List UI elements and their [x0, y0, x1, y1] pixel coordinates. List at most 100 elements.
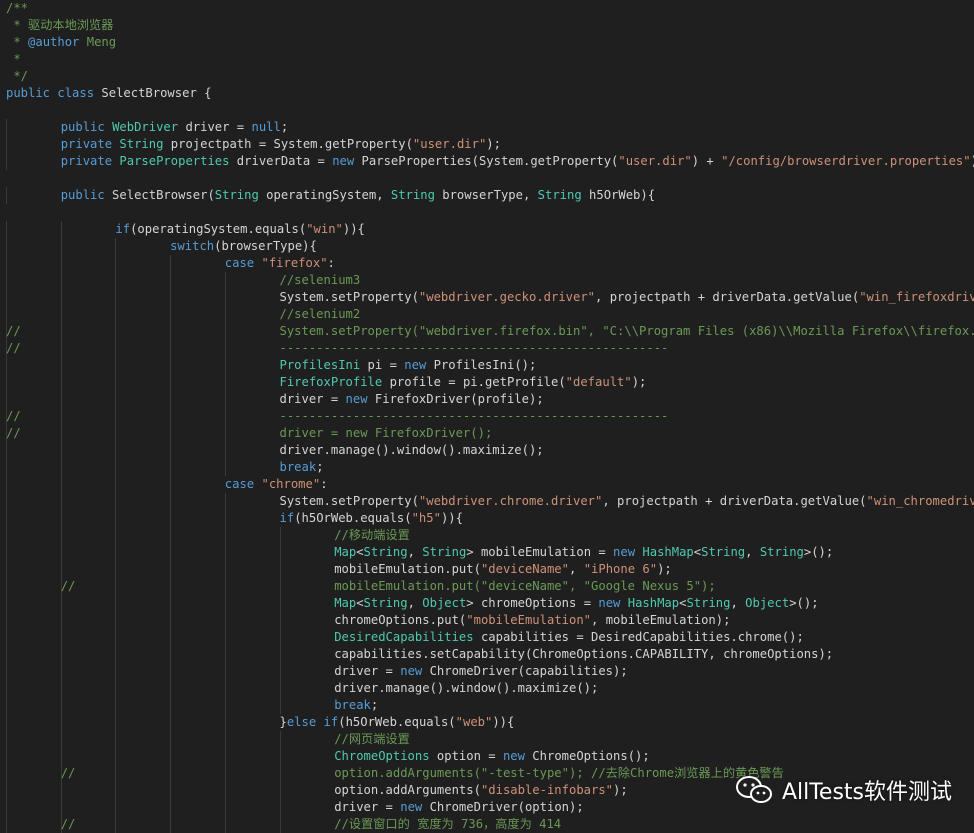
code-token: ); [971, 154, 974, 168]
indent-guide [170, 459, 171, 476]
code-token: //设置窗口的 宽度为 736，高度为 414 [334, 817, 561, 831]
code-token: "web" [456, 715, 493, 729]
code-token: ; [316, 460, 323, 474]
code-token: chromeOptions.put( [334, 613, 466, 627]
indent-guide [225, 612, 226, 629]
code-token: private [61, 137, 112, 151]
code-content: System.setProperty("webdriver.gecko.driv… [280, 289, 974, 306]
indent-guide [61, 799, 62, 816]
code-content: public SelectBrowser(String operatingSys… [61, 187, 655, 204]
code-content: Map<String, Object> chromeOptions = new … [334, 595, 818, 612]
code-line: case "firefox": [0, 255, 974, 272]
code-token: driver.manage().window().maximize(); [334, 681, 598, 695]
code-line: chromeOptions.put("mobileEmulation", mob… [0, 612, 974, 629]
code-token: String [422, 545, 466, 559]
indent-guide [280, 697, 281, 714]
indent-guide [6, 714, 7, 731]
indent-guide [61, 663, 62, 680]
indent-guide [170, 731, 171, 748]
indent-guide [6, 510, 7, 527]
code-token: //移动端设置 [334, 528, 410, 542]
code-token: "user.dir" [413, 137, 486, 151]
code-token: ChromeOptions(); [525, 749, 650, 763]
indent-guide [280, 765, 281, 782]
code-line: public WebDriver driver = null; [0, 119, 974, 136]
indent-guide [225, 408, 226, 425]
code-token: if [115, 222, 130, 236]
code-content: driver = new FirefoxDriver(); [280, 425, 493, 442]
indent-guide [280, 629, 281, 646]
code-line: //selenium3 [0, 272, 974, 289]
indent-guide [6, 816, 7, 833]
code-token: "h5" [412, 511, 441, 525]
code-token [105, 120, 112, 134]
indent-guide [170, 391, 171, 408]
code-token: )){ [492, 715, 514, 729]
code-token: profile = pi.getProfile( [382, 375, 565, 389]
code-token: )){ [343, 222, 365, 236]
indent-guide [170, 816, 171, 833]
indent-guide [61, 340, 62, 357]
indent-guide [225, 646, 226, 663]
code-token: pi = [360, 358, 404, 372]
indent-guide [6, 629, 7, 646]
code-token: ProfilesIni [280, 358, 361, 372]
code-content: System.setProperty("webdriver.chrome.dri… [280, 493, 974, 510]
indent-guide [61, 442, 62, 459]
code-token: String [364, 545, 408, 559]
code-token: public [6, 86, 50, 100]
code-token: SelectBrowser( [105, 188, 215, 202]
code-token: public [61, 188, 105, 202]
indent-guide [170, 408, 171, 425]
indent-guide [225, 340, 226, 357]
code-token: driver = [334, 800, 400, 814]
code-token: String [215, 188, 259, 202]
code-token: String [119, 137, 163, 151]
code-line: //driver = new FirefoxDriver(); [0, 425, 974, 442]
code-content: if(h5OrWeb.equals("h5")){ [280, 510, 463, 527]
code-content: private ParseProperties driverData = new… [61, 153, 974, 170]
code-token [254, 477, 261, 491]
indent-guide [280, 680, 281, 697]
code-token: @author [28, 35, 79, 49]
indent-guide [225, 578, 226, 595]
code-token: FirefoxDriver(profile); [368, 392, 544, 406]
indent-guide [115, 595, 116, 612]
indent-guide [115, 323, 116, 340]
indent-guide [61, 714, 62, 731]
code-line: DesiredCapabilities capabilities = Desir… [0, 629, 974, 646]
code-token: ); [632, 375, 647, 389]
code-editor[interactable]: /** * 驱动本地浏览器 * @author Meng * */public … [0, 0, 974, 828]
code-line: //--------------------------------------… [0, 408, 974, 425]
code-content: System.setProperty("webdriver.firefox.bi… [280, 323, 974, 340]
indent-guide [61, 782, 62, 799]
code-content: chromeOptions.put("mobileEmulation", mob… [334, 612, 730, 629]
code-token: driver.manage().window().maximize(); [280, 443, 544, 457]
indent-guide [6, 306, 7, 323]
code-token: mobileEmulation.put("deviceName", "Googl… [334, 579, 716, 593]
indent-guide [280, 731, 281, 748]
indent-guide [61, 561, 62, 578]
code-token: )){ [441, 511, 463, 525]
indent-guide [61, 272, 62, 289]
code-content: * @author Meng [6, 34, 116, 51]
code-content: //selenium3 [280, 272, 361, 289]
code-token: System.setProperty( [280, 290, 419, 304]
indent-guide [115, 680, 116, 697]
indent-guide [280, 527, 281, 544]
indent-guide [280, 646, 281, 663]
indent-guide [61, 425, 62, 442]
indent-guide [61, 646, 62, 663]
code-token: , projectpath + driverData.getValue( [602, 494, 866, 508]
indent-guide [6, 782, 7, 799]
indent-guide [170, 799, 171, 816]
indent-guide [6, 595, 7, 612]
indent-guide [6, 289, 7, 306]
indent-guide [170, 289, 171, 306]
code-token: if [324, 715, 339, 729]
indent-guide [6, 255, 7, 272]
code-token: : [320, 477, 327, 491]
code-token: ProfilesIni(); [426, 358, 536, 372]
code-token: , [408, 545, 423, 559]
indent-guide [225, 544, 226, 561]
